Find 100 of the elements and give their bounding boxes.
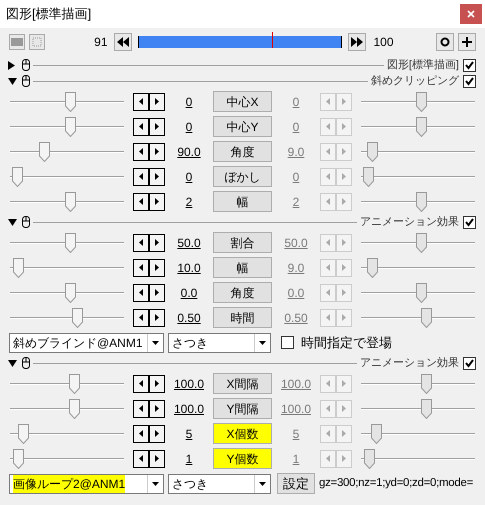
- end-value[interactable]: 50.0: [272, 234, 320, 252]
- slider[interactable]: [361, 116, 475, 138]
- slider-thumb[interactable]: [64, 192, 76, 212]
- parameter-button[interactable]: ぼかし: [213, 166, 272, 187]
- start-value[interactable]: 100.0: [165, 400, 213, 418]
- playhead-marker[interactable]: [272, 32, 273, 48]
- slider[interactable]: [361, 140, 475, 162]
- slider-thumb[interactable]: [364, 448, 376, 468]
- slider[interactable]: [10, 422, 124, 444]
- parameter-button[interactable]: Y個数: [213, 448, 272, 469]
- start-value[interactable]: 0: [165, 92, 213, 110]
- parameter-button[interactable]: 割合: [213, 232, 272, 253]
- slider[interactable]: [10, 448, 124, 470]
- effect-dropdown[interactable]: 画像ループ2@ANM1: [9, 474, 164, 494]
- slider[interactable]: [361, 256, 475, 278]
- slider-thumb[interactable]: [64, 116, 76, 136]
- add-button[interactable]: [458, 33, 476, 51]
- end-value[interactable]: 1: [272, 450, 320, 468]
- slider-thumb[interactable]: [13, 448, 24, 468]
- spin-right-button[interactable]: [149, 142, 165, 160]
- spin-left-button[interactable]: [133, 450, 149, 468]
- slider-thumb[interactable]: [64, 282, 76, 302]
- author-dropdown[interactable]: さつき: [168, 332, 271, 352]
- slider-thumb[interactable]: [416, 232, 427, 252]
- end-value[interactable]: 0.50: [272, 308, 320, 326]
- spin-right-button[interactable]: [149, 118, 165, 136]
- spin-left-button[interactable]: [133, 192, 149, 210]
- start-value[interactable]: 0.50: [165, 308, 213, 326]
- parameter-button[interactable]: 時間: [213, 307, 272, 328]
- slider[interactable]: [361, 372, 475, 394]
- parameter-button[interactable]: X間隔: [213, 373, 272, 394]
- spin-right-button[interactable]: [149, 424, 165, 442]
- slider[interactable]: [10, 116, 124, 138]
- spin-left-button[interactable]: [133, 118, 149, 136]
- author-dropdown[interactable]: さつき: [168, 474, 271, 494]
- expand-triangle-icon[interactable]: [8, 60, 17, 70]
- parameter-button[interactable]: 中心Y: [213, 116, 272, 137]
- next-frame-button[interactable]: [348, 33, 366, 51]
- spin-right-button[interactable]: [149, 168, 165, 186]
- parameter-button[interactable]: 中心X: [213, 91, 272, 112]
- slider-thumb[interactable]: [38, 142, 50, 162]
- clipping-toggle-button[interactable]: [29, 34, 45, 50]
- slider-thumb[interactable]: [18, 424, 30, 444]
- collapse-triangle-icon[interactable]: [8, 76, 17, 86]
- slider[interactable]: [361, 166, 475, 188]
- slider[interactable]: [10, 256, 124, 278]
- spin-left-button[interactable]: [133, 308, 149, 326]
- slider-thumb[interactable]: [416, 116, 427, 136]
- slider[interactable]: [10, 232, 124, 254]
- start-value[interactable]: 1: [165, 450, 213, 468]
- slider[interactable]: [361, 190, 475, 212]
- refresh-button[interactable]: [436, 33, 454, 51]
- start-value[interactable]: 90.0: [165, 142, 213, 160]
- spin-right-button[interactable]: [149, 192, 165, 210]
- slider[interactable]: [10, 166, 124, 188]
- slider[interactable]: [10, 190, 124, 212]
- start-value[interactable]: 50.0: [165, 234, 213, 252]
- prev-frame-button[interactable]: [114, 33, 132, 51]
- checkbox[interactable]: [463, 216, 476, 228]
- slider-thumb[interactable]: [68, 398, 80, 418]
- slider[interactable]: [361, 422, 475, 444]
- spin-left-button[interactable]: [133, 424, 149, 442]
- slider-thumb[interactable]: [416, 192, 427, 212]
- slider-thumb[interactable]: [367, 258, 378, 278]
- spin-right-button[interactable]: [149, 234, 165, 252]
- parameter-button[interactable]: X個数: [213, 423, 272, 444]
- slider[interactable]: [361, 232, 475, 254]
- checkbox[interactable]: [463, 356, 476, 370]
- spin-left-button[interactable]: [133, 92, 149, 110]
- parameter-button[interactable]: 角度: [213, 282, 272, 303]
- slider-thumb[interactable]: [363, 166, 374, 186]
- slider[interactable]: [361, 398, 475, 420]
- parameter-button[interactable]: 角度: [213, 141, 272, 162]
- slider[interactable]: [10, 398, 124, 420]
- slider[interactable]: [10, 282, 124, 304]
- start-value[interactable]: 2: [165, 192, 213, 210]
- spin-left-button[interactable]: [133, 374, 149, 392]
- spin-left-button[interactable]: [133, 284, 149, 302]
- slider-thumb[interactable]: [416, 282, 427, 302]
- end-value[interactable]: 9.0: [272, 258, 320, 276]
- spin-left-button[interactable]: [133, 142, 149, 160]
- spin-left-button[interactable]: [133, 400, 149, 418]
- parameter-button[interactable]: 幅: [213, 257, 272, 278]
- spin-right-button[interactable]: [149, 258, 165, 276]
- effect-dropdown[interactable]: 斜めブラインド@ANM1: [9, 332, 164, 352]
- spin-right-button[interactable]: [149, 450, 165, 468]
- slider-thumb[interactable]: [420, 308, 432, 328]
- end-value[interactable]: 2: [272, 192, 320, 210]
- parameter-button[interactable]: 幅: [213, 191, 272, 212]
- collapse-triangle-icon[interactable]: [8, 358, 17, 368]
- start-value[interactable]: 100.0: [165, 374, 213, 392]
- start-value[interactable]: 5: [165, 424, 213, 442]
- slider[interactable]: [361, 90, 475, 112]
- end-value[interactable]: 0: [272, 168, 320, 186]
- slider-thumb[interactable]: [68, 374, 80, 394]
- slider-thumb[interactable]: [72, 308, 83, 328]
- parameter-button[interactable]: Y間隔: [213, 398, 272, 419]
- slider-thumb[interactable]: [420, 374, 432, 394]
- end-value[interactable]: 0: [272, 118, 320, 136]
- spin-right-button[interactable]: [149, 92, 165, 110]
